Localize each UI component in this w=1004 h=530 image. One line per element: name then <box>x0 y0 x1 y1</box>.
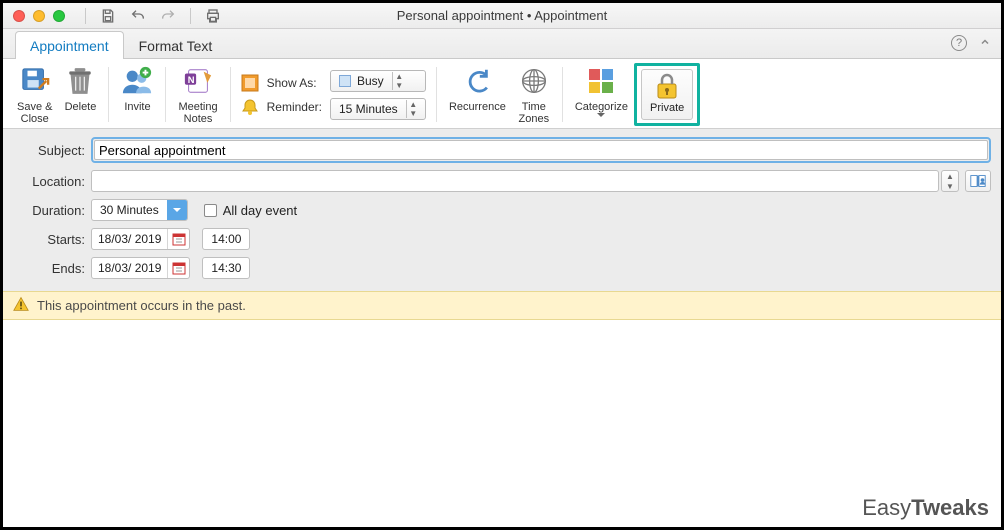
delete-button[interactable]: Delete <box>58 63 102 126</box>
appointment-form: Subject: Location: ▲▼ Duration: 30 Minut… <box>3 129 1001 291</box>
invite-button[interactable]: Invite <box>115 63 159 126</box>
duration-label: Duration: <box>13 203 85 218</box>
close-window-button[interactable] <box>13 10 25 22</box>
categorize-button[interactable]: Categorize <box>569 63 634 126</box>
help-icon[interactable]: ? <box>951 35 967 51</box>
subject-field-focus-ring <box>91 137 991 163</box>
show-as-combo[interactable]: Busy ▲▼ <box>330 70 426 92</box>
show-as-reminder-group: Show As: Reminder: <box>237 63 326 126</box>
calendar-icon[interactable] <box>167 229 189 249</box>
reminder-combo[interactable]: 15 Minutes ▲▼ <box>330 98 426 120</box>
collapse-ribbon-icon[interactable] <box>979 36 991 51</box>
ends-date-field[interactable]: 18/03/ 2019 <box>91 257 190 279</box>
all-day-checkbox[interactable]: All day event <box>204 203 297 218</box>
ribbon-tabs: Appointment Format Text ? <box>3 29 1001 59</box>
quick-access-toolbar <box>85 8 221 24</box>
svg-text:N: N <box>188 75 195 85</box>
location-dropdown[interactable]: ▲▼ <box>941 170 959 192</box>
watermark: EasyTweaks <box>862 495 989 521</box>
save-icon[interactable] <box>100 8 116 24</box>
private-highlight: Private <box>634 63 700 126</box>
ribbon: Save & Close Delete Invite N Meeting Not… <box>3 59 1001 129</box>
show-as-reminder-values: Busy ▲▼ 15 Minutes ▲▼ <box>326 63 430 126</box>
print-icon[interactable] <box>205 8 221 24</box>
tab-format-text[interactable]: Format Text <box>124 31 228 59</box>
duration-combo[interactable]: 30 Minutes <box>91 199 188 221</box>
starts-time-field[interactable]: 14:00 <box>202 228 250 250</box>
meeting-notes-button[interactable]: N Meeting Notes <box>172 63 223 126</box>
reminder-label: Reminder: <box>267 100 322 114</box>
starts-label: Starts: <box>13 232 85 247</box>
tab-appointment[interactable]: Appointment <box>15 31 124 59</box>
location-input[interactable] <box>91 170 939 192</box>
address-book-button[interactable] <box>965 170 991 192</box>
time-zones-button[interactable]: Time Zones <box>512 63 556 126</box>
window-controls <box>3 10 65 22</box>
titlebar: Personal appointment • Appointment <box>3 3 1001 29</box>
ends-label: Ends: <box>13 261 85 276</box>
calendar-icon[interactable] <box>167 258 189 278</box>
save-close-button[interactable]: Save & Close <box>11 63 58 126</box>
warning-icon <box>13 296 29 315</box>
warning-text: This appointment occurs in the past. <box>37 298 246 313</box>
minimize-window-button[interactable] <box>33 10 45 22</box>
private-button[interactable]: Private <box>641 69 693 120</box>
show-as-label: Show As: <box>267 76 317 90</box>
recurrence-button[interactable]: Recurrence <box>443 63 512 126</box>
appointment-body[interactable] <box>3 320 1001 527</box>
subject-label: Subject: <box>13 143 85 158</box>
undo-icon[interactable] <box>130 8 146 24</box>
starts-date-field[interactable]: 18/03/ 2019 <box>91 228 190 250</box>
redo-icon[interactable] <box>160 8 176 24</box>
reminder-icon <box>241 98 259 116</box>
location-label: Location: <box>13 174 85 189</box>
subject-input[interactable] <box>94 140 988 160</box>
show-as-icon <box>241 74 259 92</box>
ends-time-field[interactable]: 14:30 <box>202 257 250 279</box>
past-appointment-warning: This appointment occurs in the past. <box>3 291 1001 320</box>
zoom-window-button[interactable] <box>53 10 65 22</box>
